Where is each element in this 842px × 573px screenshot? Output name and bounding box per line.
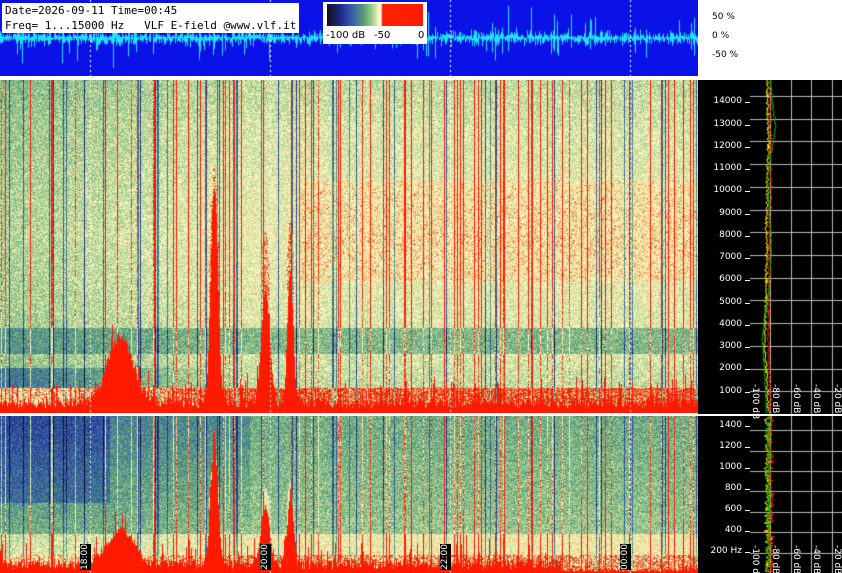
profile-db-label-p2: -40 dB (811, 545, 822, 573)
color-scale-label-min: -100 dB (326, 30, 366, 41)
info-date-time: Date=2026-09-11 Time=00:45 (5, 4, 178, 17)
profile-db-label-p1: -60 dB (790, 384, 801, 414)
profile-db-label-p1: -100 dB (750, 384, 760, 420)
vlf-spectrogram-screen: Date=2026-09-11 Time=00:45 Freq= 1...150… (0, 0, 842, 573)
color-scale-label-max: 0 (418, 30, 425, 41)
freq-axis-wideband-label: 10000 (713, 185, 742, 196)
freq-axis-wideband-label: 12000 (713, 140, 742, 151)
freq-axis-lowband-label: 1400 (719, 420, 742, 431)
profile-db-label-p2: -60 dB (790, 545, 801, 573)
time-label-3: 22:00 (440, 544, 451, 570)
freq-axis-lowband-label: 1000 (719, 462, 742, 473)
freq-axis-lowband-label: 400 (724, 525, 742, 536)
freq-axis-wideband-label: 9000 (719, 207, 742, 218)
profile-db-label-p1: -80 dB (770, 384, 781, 414)
recording-info: Date=2026-09-11 Time=00:45 Freq= 1...150… (2, 3, 300, 33)
info-frequency-source: Freq= 1...15000 Hz VLF E-field @www.vlf.… (5, 19, 297, 32)
freq-axis-lowband-label: 1200 (719, 441, 742, 452)
freq-axis-lowband-label: 600 (724, 504, 742, 515)
freq-axis-wideband-label: 3000 (719, 341, 742, 352)
profile-db-label-p2: -100 dB (750, 545, 760, 573)
freq-axis-wideband-label: 7000 (719, 252, 742, 263)
waveform-scale-label-bottom: -50 % (712, 50, 739, 60)
waveform-scale-label-top: 50 % (712, 12, 735, 22)
freq-axis-wideband-label: 1000 (719, 385, 742, 396)
freq-axis-wideband-label: 4000 (719, 318, 742, 329)
freq-axis-wideband-label: 6000 (719, 274, 742, 285)
color-scale-gradient (327, 4, 423, 26)
waveform-scale-label-zero: 0 % (712, 31, 730, 41)
time-label-2: 20:00 (260, 544, 271, 570)
time-label-1: 18:00 (80, 544, 91, 570)
profile-db-label-p2: -20 dB (831, 545, 842, 573)
freq-axis-lowband-label: 800 (724, 483, 742, 494)
spectrum-profile-wideband (750, 80, 842, 414)
freq-axis-wideband-label: 11000 (713, 163, 742, 174)
spectrogram-lowband (0, 416, 698, 573)
freq-axis-wideband-label: 5000 (719, 296, 742, 307)
spectrogram-wideband (0, 80, 698, 414)
frequency-axis-wideband: 1000 2000 3000 4000 5000 6000 7000 8000 9000 1000… (698, 80, 750, 414)
profile-db-label-p1: -20 dB (831, 384, 842, 414)
freq-axis-wideband-label: 13000 (713, 118, 742, 129)
frequency-axis-lowband: 200 Hz 400 600 800 1000 1200 1400 (698, 416, 750, 573)
waveform-panel: Date=2026-09-11 Time=00:45 Freq= 1...150… (0, 0, 698, 76)
time-label-4: 00:00 (620, 544, 631, 570)
freq-axis-wideband-label: 2000 (719, 363, 742, 374)
color-scale-label-mid: -50 (374, 30, 391, 41)
color-scale-legend: -100 dB -50 0 (323, 2, 427, 44)
freq-axis-wideband-label: 14000 (713, 96, 742, 107)
profile-db-label-p2: -80 dB (770, 545, 781, 573)
waveform-scale: 50 % 0 % -50 % (698, 0, 842, 76)
profile-db-label-p1: -40 dB (811, 384, 822, 414)
freq-axis-lowband-label: 200 Hz (710, 546, 742, 557)
freq-axis-wideband-label: 8000 (719, 229, 742, 240)
